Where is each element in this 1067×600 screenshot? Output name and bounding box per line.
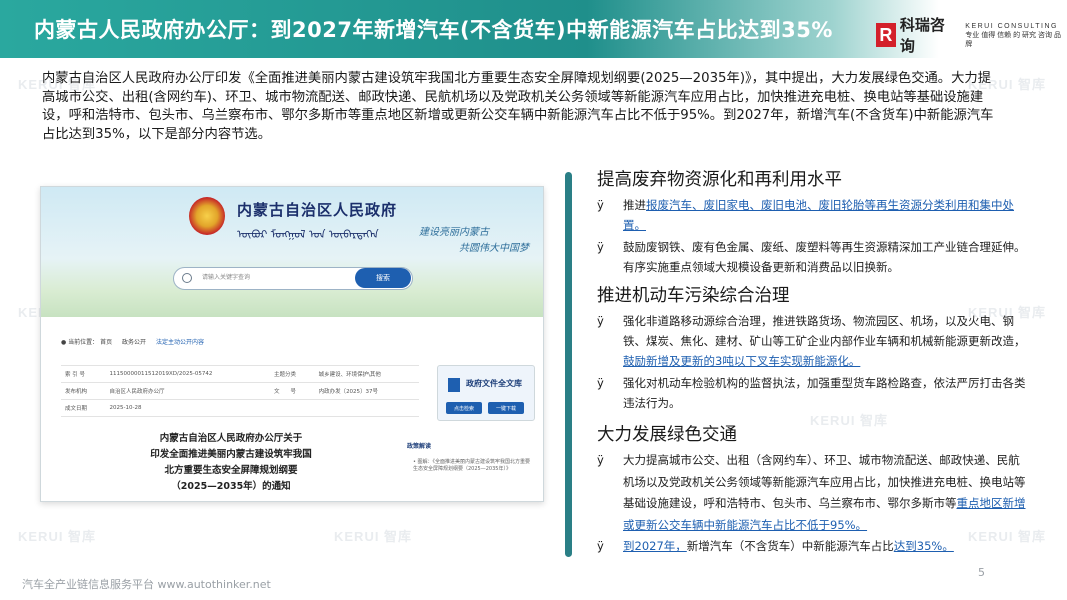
logo-mark: R	[876, 23, 896, 47]
table-cell: 发布机构	[61, 382, 106, 400]
bullet-item: ÿ 推进报废汽车、废旧家电、废旧电池、废旧轮胎等再生资源分类利用和集中处置。	[597, 195, 1027, 235]
doc-heading-line: 印发全面推进美丽内蒙古建设筑牢我国	[150, 449, 312, 460]
bullet-marker: ÿ	[597, 453, 604, 467]
document-icon	[448, 378, 460, 392]
mongolian-script: ᠥᠪᠦᠷ ᠮᠣᠩᠭᠣᠯ ᠤᠨ ᠥᠪᠡᠷᠲᠡᠭᠡᠨ	[237, 228, 379, 241]
section-waste-recycling: 提高废弃物资源化和再利用水平 ÿ 推进报废汽车、废旧家电、废旧电池、废旧轮胎等再…	[597, 166, 1027, 277]
section-title: 推进机动车污染综合治理	[597, 286, 790, 306]
bullet-highlight: 鼓励新增及更新的3吨以下叉车实现新能源化。	[623, 354, 861, 368]
government-website-screenshot: 内蒙古自治区人民政府 ᠥᠪᠦᠷ ᠮᠣᠩᠭᠣᠯ ᠤᠨ ᠥᠪᠡᠷᠲᠡᠭᠡᠨ 建设亮丽…	[40, 186, 544, 502]
bullet-highlight: 报废汽车、废旧家电、废旧电池、废旧轮胎等再生资源分类利用和集中处置。	[623, 198, 1014, 232]
vertical-divider	[565, 172, 572, 557]
document-heading: 内蒙古自治区人民政府办公厅关于 印发全面推进美丽内蒙古建设筑牢我国 北方重要生态…	[61, 431, 401, 495]
table-row: 成文日期 2025-10-28	[61, 399, 419, 417]
bullet-highlight: 达到35%。	[893, 539, 954, 553]
breadcrumb-section[interactable]: 政务公开	[122, 339, 146, 346]
table-cell: 索 引 号	[61, 365, 106, 383]
doc-heading-line: 北方重要生态安全屏障规划纲要	[164, 465, 298, 476]
table-cell: 自治区人民政府办公厅	[105, 382, 271, 400]
section-title: 提高废弃物资源化和再利用水平	[597, 170, 842, 190]
bullet-text: 强化非道路移动源综合治理，推进铁路货场、物流园区、机场，以及火电、钢铁、煤炭、焦…	[623, 314, 1026, 348]
header-bar: 内蒙古人民政府办公厅：到2027年新增汽车(不含货车)中新能源汽车占比达到35%…	[0, 0, 1067, 58]
breadcrumb-label: 当前位置：	[68, 339, 99, 346]
bullet-item: ÿ 强化非道路移动源综合治理，推进铁路货场、物流园区、机场，以及火电、钢铁、煤炭…	[597, 311, 1027, 371]
breadcrumb-home[interactable]: 首页	[100, 339, 112, 346]
bullet-item: ÿ 大力提高城市公交、出租（含网约车）、环卫、城市物流配送、邮政快递、民航机场以…	[597, 450, 1027, 536]
table-row: 发布机构 自治区人民政府办公厅 文 号 内政办发〔2025〕37号	[61, 382, 419, 400]
table-cell: 成文日期	[61, 399, 106, 417]
brand-logo: R 科瑞咨询 KERUI CONSULTING 专业 值得 信赖 的 研究 咨询…	[876, 14, 1067, 56]
footer-text: 汽车全产业链信息服务平台 www.autothinker.net	[22, 578, 271, 591]
table-row: 索 引 号 11150000011512019XD/2025-05742 主题分…	[61, 365, 419, 383]
bullet-text: 鼓励废钢铁、废有色金属、废纸、废塑料等再生资源精深加工产业链合理延伸。有序实施重…	[623, 240, 1026, 274]
table-cell: 文 号	[270, 382, 315, 400]
bullet-marker: ÿ	[597, 539, 604, 553]
slogan-line1: 建设亮丽内蒙古	[419, 227, 489, 238]
section-title: 大力发展绿色交通	[597, 425, 737, 445]
search-icon	[182, 273, 192, 283]
bullet-item: ÿ 强化对机动车检验机构的监督执法，加强重型货车路检路查，依法严厉打击各类违法行…	[597, 373, 1027, 413]
bullet-text: 新增汽车（不含货车）中新能源汽车占比	[686, 539, 894, 553]
card-title: 政府文件全文库	[466, 379, 522, 388]
section-vehicle-pollution: 推进机动车污染综合治理 ÿ 强化非道路移动源综合治理，推进铁路货场、物流园区、机…	[597, 282, 1027, 413]
bullet-text: 推进	[623, 198, 646, 212]
section-green-transport: 大力发展绿色交通 ÿ 大力提高城市公交、出租（含网约车）、环卫、城市物流配送、邮…	[597, 421, 1027, 558]
document-info-table: 索 引 号 11150000011512019XD/2025-05742 主题分…	[61, 365, 419, 417]
bullet-item: ÿ 鼓励废钢铁、废有色金属、废纸、废塑料等再生资源精深加工产业链合理延伸。有序实…	[597, 237, 1027, 277]
search-placeholder: 请输入关键字查询	[202, 274, 251, 281]
table-cell: 11150000011512019XD/2025-05742	[105, 365, 271, 383]
logo-en-line1: KERUI CONSULTING	[965, 22, 1058, 30]
slogan-line2: 共圆伟大中国梦	[459, 243, 529, 254]
breadcrumb-current[interactable]: 法定主动公开内容	[156, 339, 204, 346]
table-cell	[270, 399, 315, 417]
search-library-button[interactable]: 点击检索	[446, 402, 482, 414]
download-button[interactable]: 一键下载	[488, 402, 524, 414]
bullet-marker: ÿ	[597, 198, 604, 212]
bullet-marker: ÿ	[597, 376, 604, 390]
location-icon: ●	[61, 339, 67, 346]
watermark: KERUI 智库	[334, 529, 413, 544]
doc-heading-line: 内蒙古自治区人民政府办公厅关于	[159, 433, 303, 444]
table-cell	[314, 399, 419, 417]
search-button[interactable]: 搜索	[355, 268, 411, 288]
doc-heading-line: （2025—2035年）的通知	[171, 481, 291, 492]
table-cell: 主题分类	[270, 365, 315, 383]
table-cell: 2025-10-28	[105, 399, 271, 417]
bullet-marker: ÿ	[597, 314, 604, 328]
table-cell: 内政办发〔2025〕37号	[314, 382, 419, 400]
page-title: 内蒙古人民政府办公厅：到2027年新增汽车(不含货车)中新能源汽车占比达到35%	[34, 18, 833, 42]
bullet-highlight: 到2027年，	[623, 539, 687, 553]
document-library-card[interactable]: 政府文件全文库 点击检索 一键下载	[437, 365, 535, 421]
table-cell: 城乡建设、环境保护\其他	[314, 365, 419, 383]
policy-interpretation-heading: 政策解读	[407, 443, 432, 450]
bullet-item: ÿ 到2027年，新增汽车（不含货车）中新能源汽车占比达到35%。	[597, 536, 1027, 558]
bullet-text: 强化对机动车检验机构的监督执法，加强重型货车路检路查，依法严厉打击各类违法行为。	[623, 376, 1026, 410]
intro-paragraph: 内蒙古自治区人民政府办公厅印发《全面推进美丽内蒙古建设筑牢我国北方重要生态安全屏…	[42, 71, 994, 142]
national-emblem-icon	[189, 197, 225, 235]
watermark: KERUI 智库	[18, 529, 97, 544]
logo-name: 科瑞咨询	[899, 16, 945, 55]
policy-interpretation-link[interactable]: • 图解：《全面推进美丽内蒙古建设筑牢我国北方重要生态安全屏障规划纲要（2025…	[413, 459, 533, 473]
logo-english: KERUI CONSULTING 专业 值得 信赖 的 研究 咨询 品牌	[965, 22, 1067, 49]
bullet-marker: ÿ	[597, 240, 604, 254]
page-number: 5	[978, 566, 985, 579]
breadcrumb: ● 当前位置： 首页 政务公开 法定主动公开内容	[61, 337, 204, 346]
logo-en-line2: 专业 值得 信赖 的 研究 咨询 品牌	[965, 31, 1061, 48]
gov-site-title: 内蒙古自治区人民政府	[237, 201, 398, 219]
